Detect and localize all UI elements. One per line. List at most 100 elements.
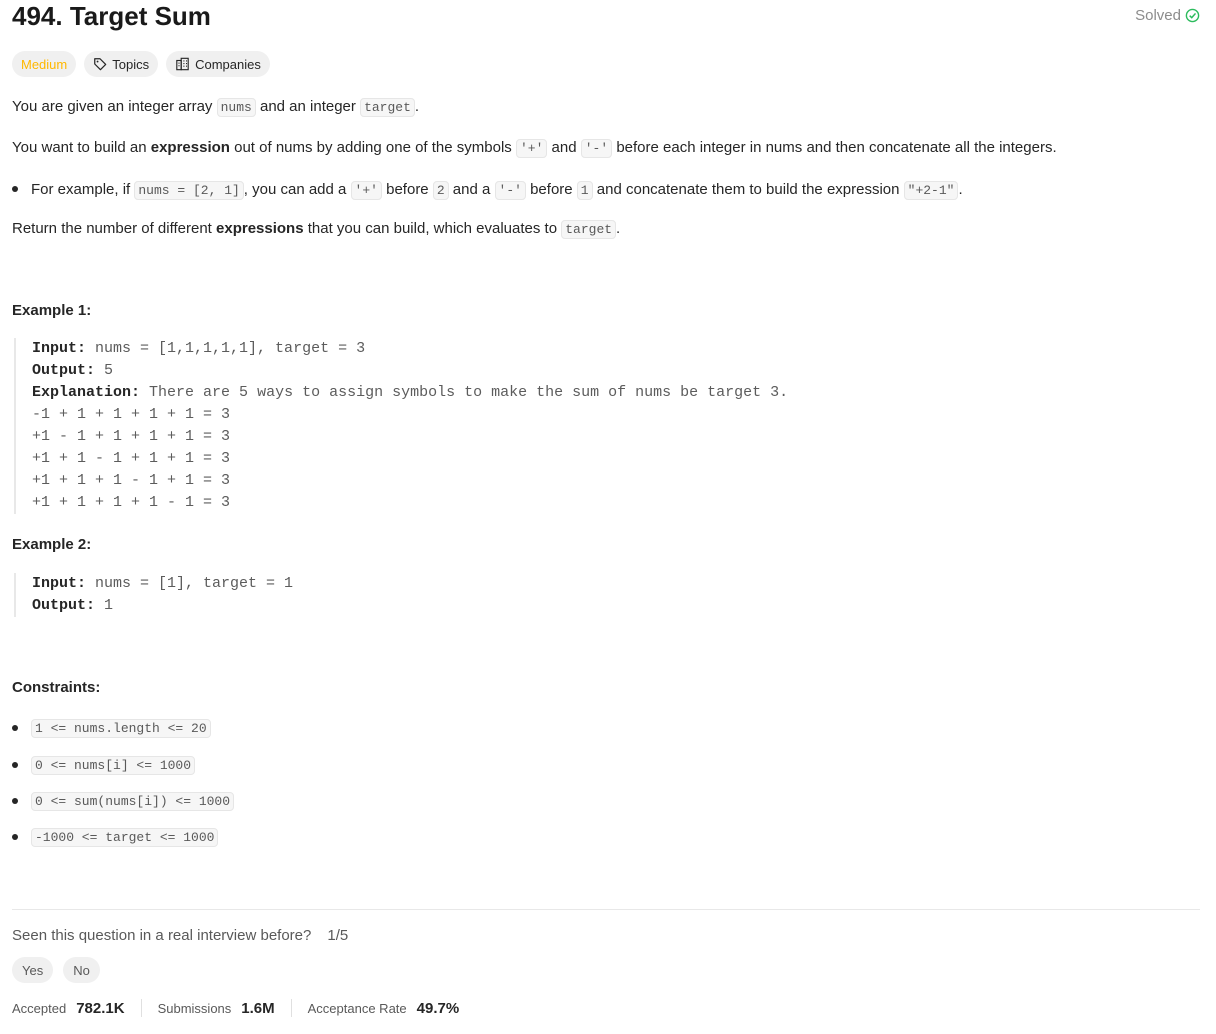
text: , you can add a [243,180,351,198]
example-1-heading: Example 1: [12,302,92,319]
text: that you can build, which evaluates to [303,220,562,237]
example-input: Input: nums = [1,1,1,1,1], target = 3 [32,338,788,360]
tag-icon [94,58,107,71]
example-2-heading: Example 2: [12,536,92,553]
explanation-text: There are 5 ways to assign symbols to ma… [149,384,789,401]
text: and an integer [255,98,361,115]
text: You want to build an [12,139,151,156]
inline-code: 2 [432,180,449,200]
constraint-item: 0 <= nums[i] <= 1000 [12,755,196,775]
difficulty-badge: Medium [12,51,77,77]
stat-label: Submissions [157,1000,232,1016]
text: out of nums by adding one of the symbols [229,139,516,156]
output-value: 5 [104,362,114,379]
constraint-item: 0 <= sum(nums[i]) <= 1000 [12,791,235,811]
text: and concatenate them to build the expres… [592,180,904,198]
text: before [525,180,577,198]
constraint-item: -1000 <= target <= 1000 [12,827,219,847]
stat-value: 782.1K [76,999,125,1017]
stat-label: Accepted [12,1000,67,1016]
input-label: Input: [32,340,87,357]
tag-row: Medium Topics Companies [12,51,270,77]
stat-value: 49.7% [416,999,460,1017]
output-label: Output: [32,362,96,379]
inline-code: nums = [2, 1] [134,180,244,200]
text: . [414,98,420,115]
interview-prompt: Seen this question in a real interview b… [12,927,348,944]
topics-label: Topics [112,56,150,72]
input-label: Input: [32,575,87,592]
inline-code: '+' [350,180,382,200]
description-paragraph-1: You are given an integer array nums and … [12,97,419,118]
text: . [958,180,963,198]
explanation-line: +1 + 1 + 1 + 1 - 1 = 3 [32,494,231,511]
divider [12,909,1200,910]
stat-label: Acceptance Rate [307,1000,407,1016]
text: Return the number of different [12,220,217,237]
bullet-dot [12,762,18,768]
bullet-dot [12,798,18,804]
explanation-line: +1 - 1 + 1 + 1 + 1 = 3 [32,428,231,445]
explanation-line: +1 + 1 + 1 - 1 + 1 = 3 [32,472,231,489]
input-value: nums = [1,1,1,1,1], target = 3 [95,340,366,357]
stat-accepted: Accepted 782.1K [12,1000,125,1017]
solved-label: Solved [1135,7,1181,24]
description-paragraph-2: You want to build an expression out of n… [12,138,1057,159]
stat-value: 1.6M [241,999,275,1017]
check-circle-icon [1185,8,1200,23]
inline-code: '-' [580,139,613,158]
inline-code: 1 [576,180,593,200]
constraint-item: 1 <= nums.length <= 20 [12,718,211,738]
bullet-dot [12,725,18,731]
text: For example, if [31,180,135,198]
constraint-code: 1 <= nums.length <= 20 [31,718,211,738]
difficulty-label: Medium [21,56,68,72]
inline-code: target [561,220,617,239]
inline-code: '-' [494,180,526,200]
topics-button[interactable]: Topics [84,51,159,77]
text: before [381,180,433,198]
stat-submissions: Submissions 1.6M [158,1000,275,1017]
stat-separator [140,999,142,1017]
bullet-text: For example, if nums = [2, 1], you can a… [31,180,963,200]
example-1-block: Input: nums = [1,1,1,1,1], target = 3 Ou… [14,338,788,514]
interview-buttons: Yes No [12,957,100,983]
text: and [547,139,581,156]
text: and a [448,180,495,198]
description-paragraph-3: Return the number of different expressio… [12,219,620,240]
explanation-line: -1 + 1 + 1 + 1 + 1 = 3 [32,406,231,423]
inline-code: nums [216,98,256,117]
solved-status: Solved [1135,7,1200,24]
text: . [616,220,621,237]
yes-button[interactable]: Yes [12,957,54,983]
constraint-code: -1000 <= target <= 1000 [31,827,219,847]
bullet-dot [12,186,18,192]
interview-count: 1/5 [327,927,349,944]
inline-code: '+' [515,139,548,158]
example-output: Output: 5 [32,360,788,382]
constraint-code: 0 <= nums[i] <= 1000 [31,755,196,775]
list-item: For example, if nums = [2, 1], you can a… [12,179,963,200]
example-2-block: Input: nums = [1], target = 1 Output: 1 [14,573,293,617]
interview-question: Seen this question in a real interview b… [12,927,312,944]
output-label: Output: [32,597,96,614]
stats-bar: Accepted 782.1K Submissions 1.6M Accepta… [12,999,459,1017]
stat-separator [290,999,292,1017]
text: You are given an integer array [12,98,217,115]
input-value: nums = [1], target = 1 [95,575,294,592]
bold-term: expression [150,139,230,156]
no-button[interactable]: No [63,957,100,983]
explanation-line: +1 + 1 - 1 + 1 + 1 = 3 [32,450,231,467]
inline-code: target [360,98,415,117]
building-icon [176,57,189,71]
constraints-heading: Constraints: [12,679,101,696]
example-explanation: Explanation: There are 5 ways to assign … [32,382,788,404]
page-title: 494. Target Sum [12,1,211,31]
constraint-code: 0 <= sum(nums[i]) <= 1000 [31,791,235,811]
example-input: Input: nums = [1], target = 1 [32,573,293,595]
companies-button[interactable]: Companies [166,51,270,77]
bold-term: expressions [216,220,304,237]
companies-label: Companies [195,56,261,72]
output-value: 1 [104,597,114,614]
text: before each integer in nums and then con… [612,139,1057,156]
